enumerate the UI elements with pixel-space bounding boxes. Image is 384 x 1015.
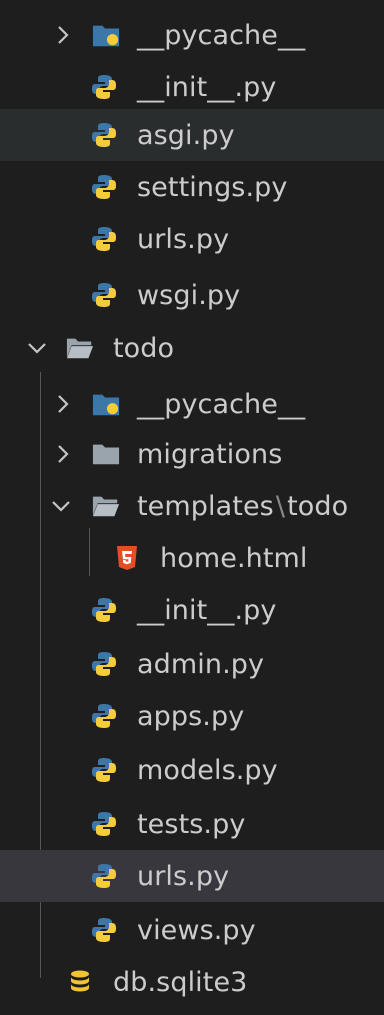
tree-row-settings[interactable]: settings.py (0, 161, 384, 213)
tree-item-label: db.sqlite3 (113, 966, 248, 998)
python-file-icon (90, 225, 118, 253)
tree-row-tests[interactable]: tests.py (0, 798, 384, 850)
python-file-icon (90, 810, 118, 838)
chevron-down-icon[interactable] (50, 495, 72, 517)
chevron-down-icon[interactable] (26, 337, 48, 359)
python-file-icon (90, 650, 118, 678)
tree-item-label: admin.py (137, 648, 265, 680)
tree-item-label: __pycache__ (137, 388, 306, 420)
chevron-right-icon[interactable] (52, 24, 74, 46)
tree-item-label: settings.py (137, 171, 288, 203)
python-file-icon (90, 173, 118, 201)
python-file-icon (90, 73, 118, 101)
chevron-right-icon[interactable] (52, 443, 74, 465)
tree-item-label: tests.py (137, 808, 246, 840)
tree-item-label: urls.py (137, 223, 230, 255)
path-segment: templates (137, 490, 274, 522)
python-file-icon (90, 756, 118, 784)
python-file-icon (90, 702, 118, 730)
tree-row-pycache-1[interactable]: __pycache__ (0, 9, 384, 61)
tree-row-views[interactable]: views.py (0, 904, 384, 956)
tree-item-label: __pycache__ (137, 19, 306, 51)
tree-item-label: wsgi.py (137, 279, 241, 311)
tree-item-label: asgi.py (137, 119, 235, 151)
tree-row-templates-todo[interactable]: templates\todo (0, 480, 384, 532)
path-segment: todo (287, 490, 349, 522)
path-separator: \ (275, 490, 286, 522)
python-file-icon (90, 916, 118, 944)
tree-row-init-2[interactable]: __init__.py (0, 584, 384, 636)
folder-icon (92, 440, 120, 468)
tree-row-urls-2[interactable]: urls.py (0, 850, 384, 902)
tree-item-label: __init__.py (137, 71, 277, 103)
tree-item-label: templates\todo (137, 491, 348, 522)
tree-row-init-1[interactable]: __init__.py (0, 61, 384, 113)
python-folder-icon (92, 390, 120, 418)
chevron-right-icon[interactable] (52, 393, 74, 415)
database-icon (66, 968, 94, 996)
tree-row-urls-1[interactable]: urls.py (0, 213, 384, 265)
tree-item-label: views.py (137, 914, 256, 946)
python-folder-icon (92, 21, 120, 49)
tree-row-admin[interactable]: admin.py (0, 638, 384, 690)
tree-row-migrations[interactable]: migrations (0, 428, 384, 480)
tree-item-label: urls.py (137, 860, 230, 892)
tree-row-db-sqlite3[interactable]: db.sqlite3 (0, 956, 384, 1008)
python-file-icon (90, 121, 118, 149)
tree-item-label: models.py (137, 754, 278, 786)
folder-open-icon (92, 492, 120, 520)
tree-row-models[interactable]: models.py (0, 744, 384, 796)
tree-item-label: todo (113, 332, 175, 364)
html5-icon (113, 544, 141, 572)
tree-item-label: apps.py (137, 700, 245, 732)
tree-item-label: home.html (160, 542, 308, 574)
tree-row-wsgi[interactable]: wsgi.py (0, 269, 384, 321)
python-file-icon (90, 596, 118, 624)
tree-item-label: migrations (137, 438, 283, 470)
tree-row-asgi[interactable]: asgi.py (0, 109, 384, 161)
tree-item-label: __init__.py (137, 594, 277, 626)
tree-row-apps[interactable]: apps.py (0, 690, 384, 742)
file-explorer: __pycache__ __init__.py asgi.py settings… (0, 0, 384, 1015)
python-file-icon (90, 281, 118, 309)
tree-row-pycache-2[interactable]: __pycache__ (0, 378, 384, 430)
folder-open-icon (66, 334, 94, 362)
python-file-icon (90, 862, 118, 890)
tree-row-home-html[interactable]: home.html (0, 532, 384, 584)
tree-row-todo[interactable]: todo (0, 322, 384, 374)
